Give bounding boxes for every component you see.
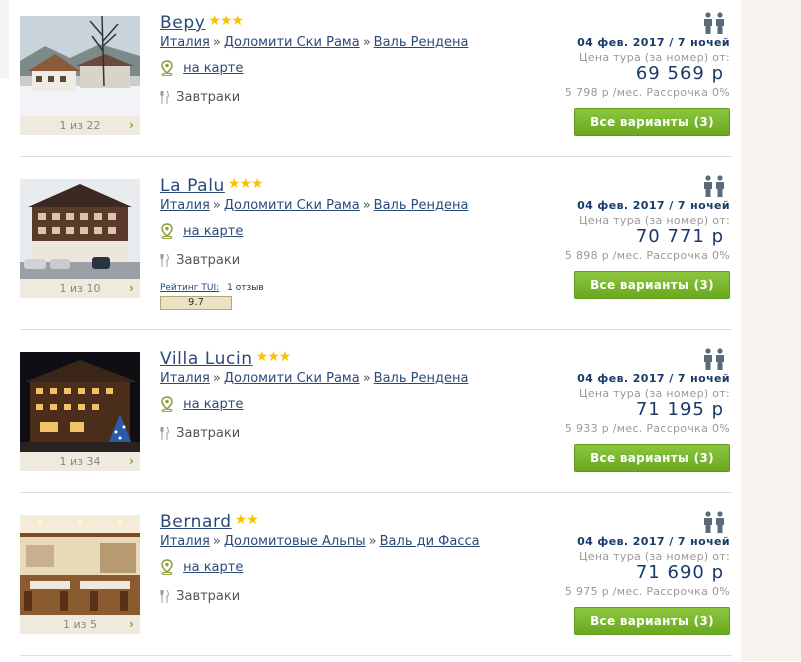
hotel-card: 1 из 5 › Bernard ★★ Италия» Доломитовые Ал… [20, 499, 732, 662]
photo-counter: 1 из 5 › [20, 615, 140, 634]
meal-info: Завтраки [160, 90, 240, 105]
meal-label: Завтраки [176, 589, 241, 604]
two-people-icon [704, 348, 724, 370]
card-divider [20, 492, 732, 493]
chevron-right-icon[interactable]: › [129, 116, 134, 135]
hotel-name-link[interactable]: La Palu [160, 176, 225, 196]
region-link[interactable]: Доломити Ски Рама [224, 35, 360, 50]
price-value: 71 195 р [635, 399, 724, 420]
star-rating: ★★★ [255, 349, 292, 365]
map-link[interactable]: на карте [183, 560, 243, 575]
hotel-photo[interactable] [20, 352, 140, 452]
map-link[interactable]: на карте [183, 224, 243, 239]
star-rating: ★★★ [227, 176, 264, 192]
hotel-list: 1 из 22 › Bepy ★★★ Италия» Доломити Ски Ра… [20, 0, 732, 661]
map-pin-icon [161, 558, 173, 575]
map-pin-icon [161, 59, 173, 76]
hotel-title: La Palu ★★★ [160, 176, 264, 200]
left-gutter [0, 0, 9, 78]
map-row: на карте [160, 57, 243, 76]
photo-counter: 1 из 10 › [20, 279, 140, 298]
map-row: на карте [160, 556, 243, 575]
map-link[interactable]: на карте [183, 397, 243, 412]
review-count: 1 отзыв [227, 283, 264, 293]
two-people-icon [704, 511, 724, 533]
resort-link[interactable]: Валь ди Фасса [380, 534, 480, 549]
meal-label: Завтраки [176, 90, 241, 105]
hotel-photo[interactable] [20, 16, 140, 116]
all-variants-button[interactable]: Все варианты (3) [574, 607, 730, 635]
star-rating: ★★ [234, 512, 259, 528]
photo-counter: 1 из 22 › [20, 116, 140, 135]
hotel-name-link[interactable]: Bernard [160, 512, 232, 532]
right-sidebar [741, 0, 801, 661]
hotel-card: 1 из 22 › Bepy ★★★ Италия» Доломити Ски Ра… [20, 0, 732, 163]
installment-text: 5 975 р /мес. Рассрочка 0% [564, 585, 730, 598]
resort-link[interactable]: Валь Рендена [374, 198, 469, 213]
star-rating: ★★★ [208, 13, 244, 29]
price-value: 70 771 р [635, 226, 724, 247]
chevron-right-icon[interactable]: › [129, 279, 134, 298]
map-row: на карте [160, 393, 243, 412]
hotel-card: 1 из 34 › Villa Lucin ★★★ Италия» Доломити… [20, 336, 732, 499]
price-value: 69 569 р [635, 63, 724, 84]
photo-counter: 1 из 34 › [20, 452, 140, 471]
card-divider [20, 655, 732, 656]
two-people-icon [704, 12, 724, 34]
country-link[interactable]: Италия [160, 371, 210, 386]
map-pin-icon [161, 395, 173, 412]
tour-date: 04 фев. 2017 / 7 ночей [577, 372, 730, 385]
map-pin-icon [161, 222, 173, 239]
installment-text: 5 933 р /мес. Рассрочка 0% [564, 422, 730, 435]
meal-info: Завтраки [160, 253, 240, 268]
hotel-photo[interactable] [20, 515, 140, 615]
location-breadcrumb: Италия» Доломити Ски Рама» Валь Рендена [160, 371, 469, 386]
chevron-right-icon[interactable]: › [129, 452, 134, 471]
resort-link[interactable]: Валь Рендена [374, 371, 469, 386]
location-breadcrumb: Италия» Доломити Ски Рама» Валь Рендена [160, 35, 469, 50]
tour-date: 04 фев. 2017 / 7 ночей [577, 36, 730, 49]
installment-text: 5 898 р /мес. Рассрочка 0% [564, 249, 730, 262]
hotel-name-link[interactable]: Bepy [160, 13, 205, 33]
card-divider [20, 329, 732, 330]
region-link[interactable]: Доломити Ски Рама [224, 371, 360, 386]
tour-date: 04 фев. 2017 / 7 ночей [577, 199, 730, 212]
fork-knife-icon [160, 589, 169, 603]
meal-info: Завтраки [160, 426, 240, 441]
tour-date: 04 фев. 2017 / 7 ночей [577, 535, 730, 548]
chevron-right-icon[interactable]: › [129, 615, 134, 634]
resort-link[interactable]: Валь Рендена [374, 35, 469, 50]
installment-text: 5 798 р /мес. Рассрочка 0% [564, 86, 730, 99]
two-people-icon [704, 175, 724, 197]
region-link[interactable]: Доломити Ски Рама [224, 198, 360, 213]
country-link[interactable]: Италия [160, 35, 210, 50]
all-variants-button[interactable]: Все варианты (3) [574, 108, 730, 136]
all-variants-button[interactable]: Все варианты (3) [574, 271, 730, 299]
all-variants-button[interactable]: Все варианты (3) [574, 444, 730, 472]
price-value: 71 690 р [635, 562, 724, 583]
fork-knife-icon [160, 253, 169, 267]
location-breadcrumb: Италия» Доломити Ски Рама» Валь Рендена [160, 198, 469, 213]
hotel-title: Villa Lucin ★★★ [160, 349, 292, 373]
fork-knife-icon [160, 90, 169, 104]
rating-link[interactable]: Рейтинг TUI: [160, 283, 219, 293]
meal-info: Завтраки [160, 589, 240, 604]
card-divider [20, 156, 732, 157]
country-link[interactable]: Италия [160, 198, 210, 213]
hotel-title: Bernard ★★ [160, 512, 259, 536]
country-link[interactable]: Италия [160, 534, 210, 549]
hotel-photo[interactable] [20, 179, 140, 279]
hotel-name-link[interactable]: Villa Lucin [160, 349, 253, 369]
fork-knife-icon [160, 426, 169, 440]
region-link[interactable]: Доломитовые Альпы [224, 534, 366, 549]
map-link[interactable]: на карте [183, 61, 243, 76]
map-row: на карте [160, 220, 243, 239]
hotel-card: 1 из 10 › La Palu ★★★ Италия» Доломити Ски… [20, 163, 732, 330]
hotel-title: Bepy ★★★ [160, 13, 244, 37]
meal-label: Завтраки [176, 426, 241, 441]
meal-label: Завтраки [176, 253, 241, 268]
rating-score-badge: 9.7 [160, 296, 232, 310]
location-breadcrumb: Италия» Доломитовые Альпы» Валь ди Фасса [160, 534, 480, 549]
